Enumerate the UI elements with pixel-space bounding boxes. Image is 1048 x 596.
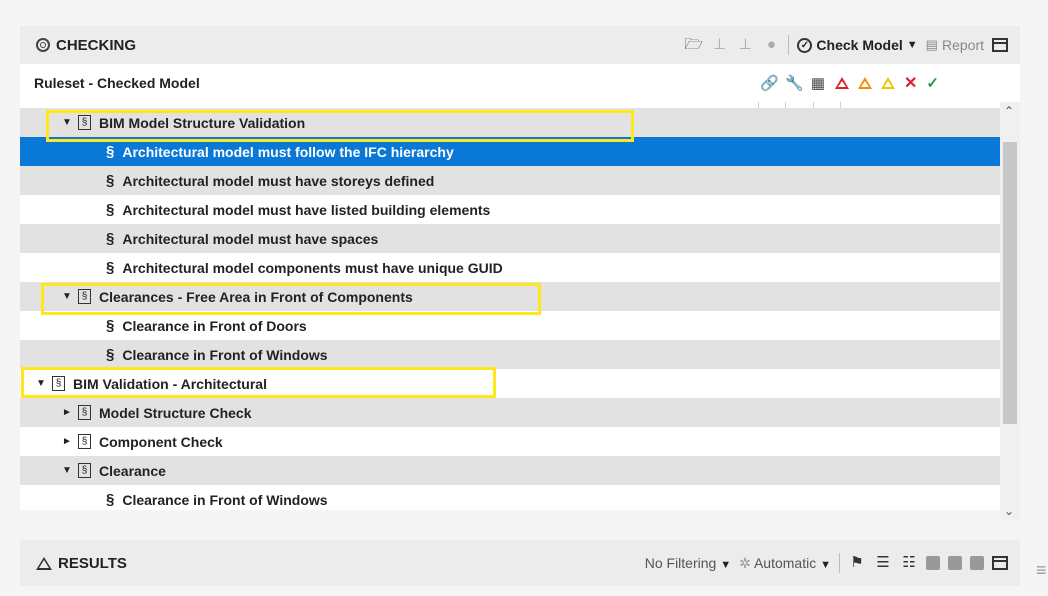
tree-row-label: Clearance bbox=[99, 462, 166, 479]
highlight-box bbox=[46, 110, 634, 142]
link-icon[interactable]: 🔗 bbox=[760, 74, 779, 92]
chevron-down-icon: ▼ bbox=[820, 558, 831, 571]
results-title-text: RESULTS bbox=[58, 554, 127, 572]
report-icon: ▤ bbox=[925, 37, 938, 52]
checking-title-text: CHECKING bbox=[56, 36, 137, 54]
filter-label: No Filtering bbox=[644, 555, 717, 571]
stop-icon[interactable]: ● bbox=[762, 36, 780, 54]
tree-row-label: Architectural model must have storeys de… bbox=[122, 172, 435, 189]
tree-ruleset-row[interactable]: ▼ § Clearance bbox=[20, 456, 1000, 485]
issue-bag-icon[interactable] bbox=[970, 556, 984, 570]
tree-row-label: Clearance in Front of Windows bbox=[122, 346, 328, 363]
tree-rule-row[interactable]: § Architectural model must have storeys d… bbox=[20, 166, 1000, 195]
rule-icon: § bbox=[106, 346, 115, 363]
details-view-icon[interactable]: ☷ bbox=[900, 554, 918, 572]
scroll-thumb[interactable] bbox=[1003, 142, 1017, 424]
group-by-icon[interactable]: ⚑ bbox=[848, 554, 866, 572]
check-model-label: Check Model bbox=[816, 37, 903, 53]
issue-bag-icon[interactable] bbox=[926, 556, 940, 570]
tree-column-header: Ruleset - Checked Model 🔗 🔧 ▦ ✕ ✓ bbox=[20, 64, 1020, 103]
rule-icon: § bbox=[106, 259, 115, 276]
mode-dropdown[interactable]: ✲ Automatic ▼ bbox=[739, 555, 831, 572]
tree-rule-row[interactable]: § Clearance in Front of Windows bbox=[20, 485, 1000, 510]
toolbar-divider bbox=[788, 35, 790, 55]
issue-bag-icon[interactable] bbox=[948, 556, 962, 570]
check-circle-icon: ✓ bbox=[797, 37, 813, 53]
rule-icon: § bbox=[106, 491, 115, 508]
tree-row-label: Clearance in Front of Windows bbox=[122, 491, 328, 508]
tree-row-label: Architectural model must have listed bui… bbox=[122, 201, 491, 218]
collapse-caret-icon[interactable]: ► bbox=[60, 436, 74, 447]
tree-row-label: Clearance in Front of Doors bbox=[122, 317, 307, 334]
list-view-icon[interactable]: ☰ bbox=[874, 554, 892, 572]
tree-row-label: Model Structure Check bbox=[99, 404, 252, 421]
chevron-down-icon: ▼ bbox=[906, 39, 918, 51]
open-folder-icon[interactable]: 🗁 bbox=[684, 36, 703, 54]
checking-panel-header: CHECKING 🗁 ⊥ ⊥ ● ✓ Check Model ▼ ▤ Repor… bbox=[20, 26, 1020, 64]
ruleset-icon: § bbox=[78, 463, 91, 478]
scroll-down-icon[interactable]: ⌄ bbox=[1004, 504, 1014, 518]
highlight-box bbox=[41, 283, 541, 315]
tree-row-label: Component Check bbox=[99, 433, 223, 450]
highlight-box bbox=[21, 367, 496, 398]
moderate-issues-icon[interactable] bbox=[881, 77, 895, 89]
tree-ruleset-row[interactable]: ► § Model Structure Check bbox=[20, 398, 1000, 427]
ruleset-column-label: Ruleset - Checked Model bbox=[34, 75, 200, 91]
warning-triangle-icon bbox=[36, 556, 52, 570]
wrench-icon[interactable]: 🔧 bbox=[785, 74, 804, 92]
rejected-icon[interactable]: ✕ bbox=[904, 73, 917, 93]
checking-title: CHECKING bbox=[36, 37, 136, 54]
critical-issues-icon[interactable] bbox=[835, 77, 849, 89]
rule-icon: § bbox=[106, 143, 115, 160]
expand-caret-icon[interactable]: ▼ bbox=[60, 465, 74, 476]
tree-rule-row[interactable]: § Architectural model must have listed bu… bbox=[20, 195, 1000, 224]
scroll-up-icon[interactable]: ⌃ bbox=[1004, 104, 1014, 118]
checking-toolbar: 🗁 ⊥ ⊥ ● ✓ Check Model ▼ ▤ Report bbox=[684, 35, 1008, 55]
checking-icon bbox=[36, 38, 50, 52]
tree-row-label: Architectural model components must have… bbox=[122, 259, 503, 276]
rule-icon: § bbox=[106, 230, 115, 247]
collapse-caret-icon[interactable]: ► bbox=[60, 407, 74, 418]
major-issues-icon[interactable] bbox=[858, 77, 872, 89]
toolbar-divider bbox=[839, 553, 840, 573]
results-panel-header: RESULTS No Filtering ▼ ✲ Automatic ▼ ⚑ ☰… bbox=[20, 540, 1020, 586]
maximize-panel-icon[interactable] bbox=[992, 38, 1008, 52]
results-toolbar: No Filtering ▼ ✲ Automatic ▼ ⚑ ☰ ☷ bbox=[645, 553, 1008, 573]
tree-rule-row[interactable]: § Clearance in Front of Doors bbox=[20, 311, 1000, 340]
tree-rule-row[interactable]: § Clearance in Front of Windows bbox=[20, 340, 1000, 369]
results-title: RESULTS bbox=[36, 555, 127, 572]
report-label: Report bbox=[941, 37, 984, 53]
table-icon[interactable]: ▦ bbox=[810, 74, 826, 92]
tree-rule-row[interactable]: § Architectural model must have spaces bbox=[20, 224, 1000, 253]
tree-ruleset-row[interactable]: ► § Component Check bbox=[20, 427, 1000, 456]
report-button[interactable]: ▤ Report bbox=[926, 37, 984, 53]
accepted-icon[interactable]: ✓ bbox=[926, 74, 939, 92]
gear-icon: ✲ bbox=[739, 554, 751, 571]
tree-row-label: Architectural model must follow the IFC … bbox=[122, 143, 454, 160]
import-icon[interactable]: ⊥ bbox=[710, 36, 728, 54]
check-model-button[interactable]: ✓ Check Model ▼ bbox=[797, 37, 918, 53]
filter-dropdown[interactable]: No Filtering ▼ bbox=[645, 555, 731, 571]
status-columns: 🔗 🔧 ▦ ✕ ✓ bbox=[760, 64, 939, 102]
rule-icon: § bbox=[106, 172, 115, 189]
mode-label: Automatic bbox=[753, 554, 817, 571]
ruleset-icon: § bbox=[78, 405, 91, 420]
rule-icon: § bbox=[106, 317, 115, 334]
tree-rule-row[interactable]: § Architectural model components must hav… bbox=[20, 253, 1000, 282]
maximize-panel-icon[interactable] bbox=[992, 556, 1008, 570]
tree-row-label: Architectural model must have spaces bbox=[122, 230, 379, 247]
resize-grip-icon[interactable]: ≡ bbox=[1036, 560, 1047, 581]
ruleset-icon: § bbox=[78, 434, 91, 449]
rule-icon: § bbox=[106, 201, 115, 218]
chevron-down-icon: ▼ bbox=[720, 559, 732, 571]
export-icon[interactable]: ⊥ bbox=[736, 36, 754, 54]
